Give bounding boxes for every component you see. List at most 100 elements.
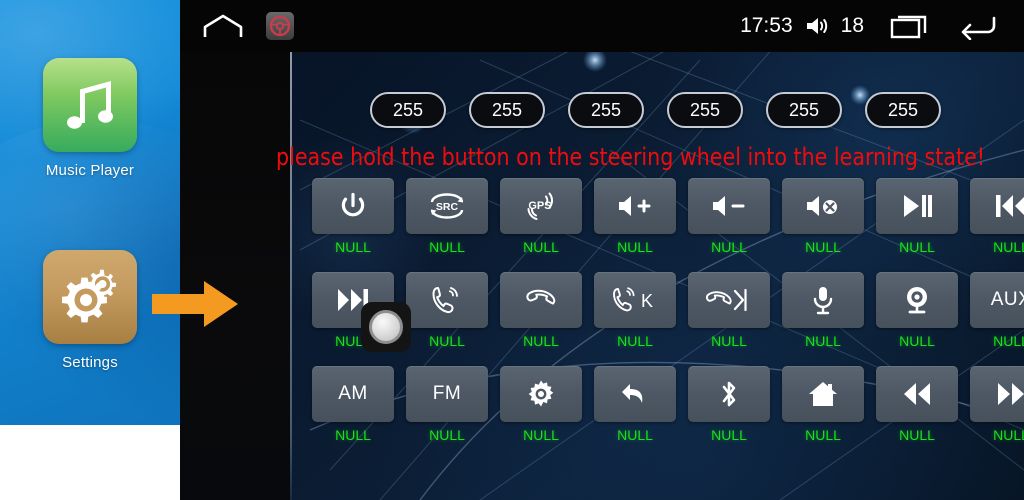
side-strip — [180, 52, 290, 500]
microphone-icon[interactable] — [782, 272, 864, 328]
key-label: NULL — [617, 427, 653, 443]
back-curve-icon[interactable] — [594, 366, 676, 422]
home-icon[interactable] — [782, 366, 864, 422]
value-pill[interactable]: 255 — [865, 92, 941, 128]
key-label: NULL — [899, 333, 935, 349]
fast-forward-icon[interactable] — [970, 366, 1024, 422]
key-label: NULL — [429, 427, 465, 443]
recents-icon[interactable] — [890, 12, 930, 40]
record-button[interactable] — [361, 302, 411, 352]
value-pill[interactable]: 255 — [766, 92, 842, 128]
volume-up-icon[interactable] — [594, 178, 676, 234]
rewind-icon[interactable] — [876, 366, 958, 422]
previous-track-icon[interactable] — [970, 178, 1024, 234]
key-text: FM — [432, 383, 462, 404]
grid-cell-back[interactable]: NULL — [594, 366, 676, 443]
grid-cell-bluetooth[interactable]: NULL — [688, 366, 770, 443]
record-button-icon — [369, 310, 403, 344]
app-label: Settings — [62, 354, 118, 371]
grid-cell-src[interactable]: SRC NULL — [406, 178, 488, 255]
grid-cell-fm[interactable]: FM NULL — [406, 366, 488, 443]
key-label: NULL — [805, 427, 841, 443]
key-label: NULL — [711, 333, 747, 349]
volume-icon[interactable] — [805, 15, 831, 37]
grid-cell-camera[interactable]: NULL — [876, 272, 958, 349]
grid-cell-am[interactable]: AM NULL — [312, 366, 394, 443]
orange-right-arrow-icon — [152, 281, 238, 327]
key-label: NULL — [711, 427, 747, 443]
grid-cell-aux[interactable]: AUX NULL — [970, 272, 1024, 349]
value-pill[interactable]: 255 — [667, 92, 743, 128]
grid-cell-phone-answer[interactable]: NULL — [406, 272, 488, 349]
grid-cell-volume-up[interactable]: NULL — [594, 178, 676, 255]
fm-button[interactable]: FM — [406, 366, 488, 422]
value-pill[interactable]: 255 — [370, 92, 446, 128]
volume-level: 18 — [840, 14, 864, 37]
key-label: NULL — [899, 239, 935, 255]
screen: Music Player Settings 17:53 18 255 255 2… — [0, 0, 1024, 500]
grid-cell-home[interactable]: NULL — [782, 366, 864, 443]
camera-icon[interactable] — [876, 272, 958, 328]
key-label: NULL — [523, 239, 559, 255]
grid-row: NULL SRC NULL GPS NULL NULL NULL NULL NU… — [312, 178, 1024, 255]
phone-answer-icon[interactable] — [406, 272, 488, 328]
aux-button[interactable]: AUX — [970, 272, 1024, 328]
pointer-arrow — [152, 281, 238, 327]
volume-down-icon[interactable] — [688, 178, 770, 234]
value-pill-row: 255 255 255 255 255 255 — [370, 92, 941, 128]
app-music-player[interactable]: Music Player — [0, 58, 180, 179]
app-label: Music Player — [45, 162, 135, 179]
bluetooth-icon[interactable] — [688, 366, 770, 422]
status-clock: 17:53 — [740, 14, 793, 37]
play-pause-icon[interactable] — [876, 178, 958, 234]
am-button[interactable]: AM — [312, 366, 394, 422]
grid-cell-phone-hangup-next[interactable]: NULL — [688, 272, 770, 349]
key-label: NULL — [617, 239, 653, 255]
grid-cell-previous-track[interactable]: NULL — [970, 178, 1024, 255]
key-text: AM — [338, 383, 368, 404]
key-label: NULL — [335, 239, 371, 255]
value-pill[interactable]: 255 — [568, 92, 644, 128]
grid-cell-volume-down[interactable]: NULL — [688, 178, 770, 255]
key-label: NULL — [805, 239, 841, 255]
warning-message: please hold the button on the steering w… — [276, 143, 986, 171]
phone-hangup-next-icon[interactable] — [688, 272, 770, 328]
phone-answer-k-icon[interactable]: K — [594, 272, 676, 328]
grid-cell-settings[interactable]: NULL — [500, 366, 582, 443]
grid-cell-microphone[interactable]: NULL — [782, 272, 864, 349]
status-bar: 17:53 18 — [180, 0, 1024, 52]
mute-icon[interactable] — [782, 178, 864, 234]
key-text: AUX — [990, 289, 1024, 310]
grid-cell-power[interactable]: NULL — [312, 178, 394, 255]
gears-icon — [43, 250, 137, 344]
grid-cell-gps[interactable]: GPS NULL — [500, 178, 582, 255]
steering-wheel-icon[interactable] — [266, 12, 294, 40]
key-label: NULL — [711, 239, 747, 255]
svg-text:GPS: GPS — [528, 200, 551, 212]
grid-cell-rewind[interactable]: NULL — [876, 366, 958, 443]
svg-text:SRC: SRC — [436, 201, 459, 213]
gear-icon[interactable] — [500, 366, 582, 422]
value-pill[interactable]: 255 — [469, 92, 545, 128]
key-label: NULL — [805, 333, 841, 349]
key-label: NULL — [993, 239, 1024, 255]
grid-row: AM NULL FM NULL NULL NULL NULL NULL NULL… — [312, 366, 1024, 443]
key-label: NULL — [523, 333, 559, 349]
src-icon[interactable]: SRC — [406, 178, 488, 234]
grid-cell-phone-hangup[interactable]: NULL — [500, 272, 582, 349]
back-arrow-icon[interactable] — [956, 12, 998, 40]
function-button-grid: NULL SRC NULL GPS NULL NULL NULL NULL NU… — [312, 178, 1024, 460]
key-label: NULL — [993, 427, 1024, 443]
key-label: NULL — [429, 333, 465, 349]
home-outline-icon[interactable] — [202, 13, 244, 39]
main-content-area: 17:53 18 255 255 255 255 255 255 please … — [180, 0, 1024, 500]
grid-cell-phone-answer-k[interactable]: K NULL — [594, 272, 676, 349]
gps-icon[interactable]: GPS — [500, 178, 582, 234]
phone-hangup-icon[interactable] — [500, 272, 582, 328]
key-label: NULL — [617, 333, 653, 349]
vertical-divider — [290, 52, 292, 500]
grid-cell-play-pause[interactable]: NULL — [876, 178, 958, 255]
power-icon[interactable] — [312, 178, 394, 234]
grid-cell-mute[interactable]: NULL — [782, 178, 864, 255]
grid-cell-fast-forward[interactable]: NULL — [970, 366, 1024, 443]
